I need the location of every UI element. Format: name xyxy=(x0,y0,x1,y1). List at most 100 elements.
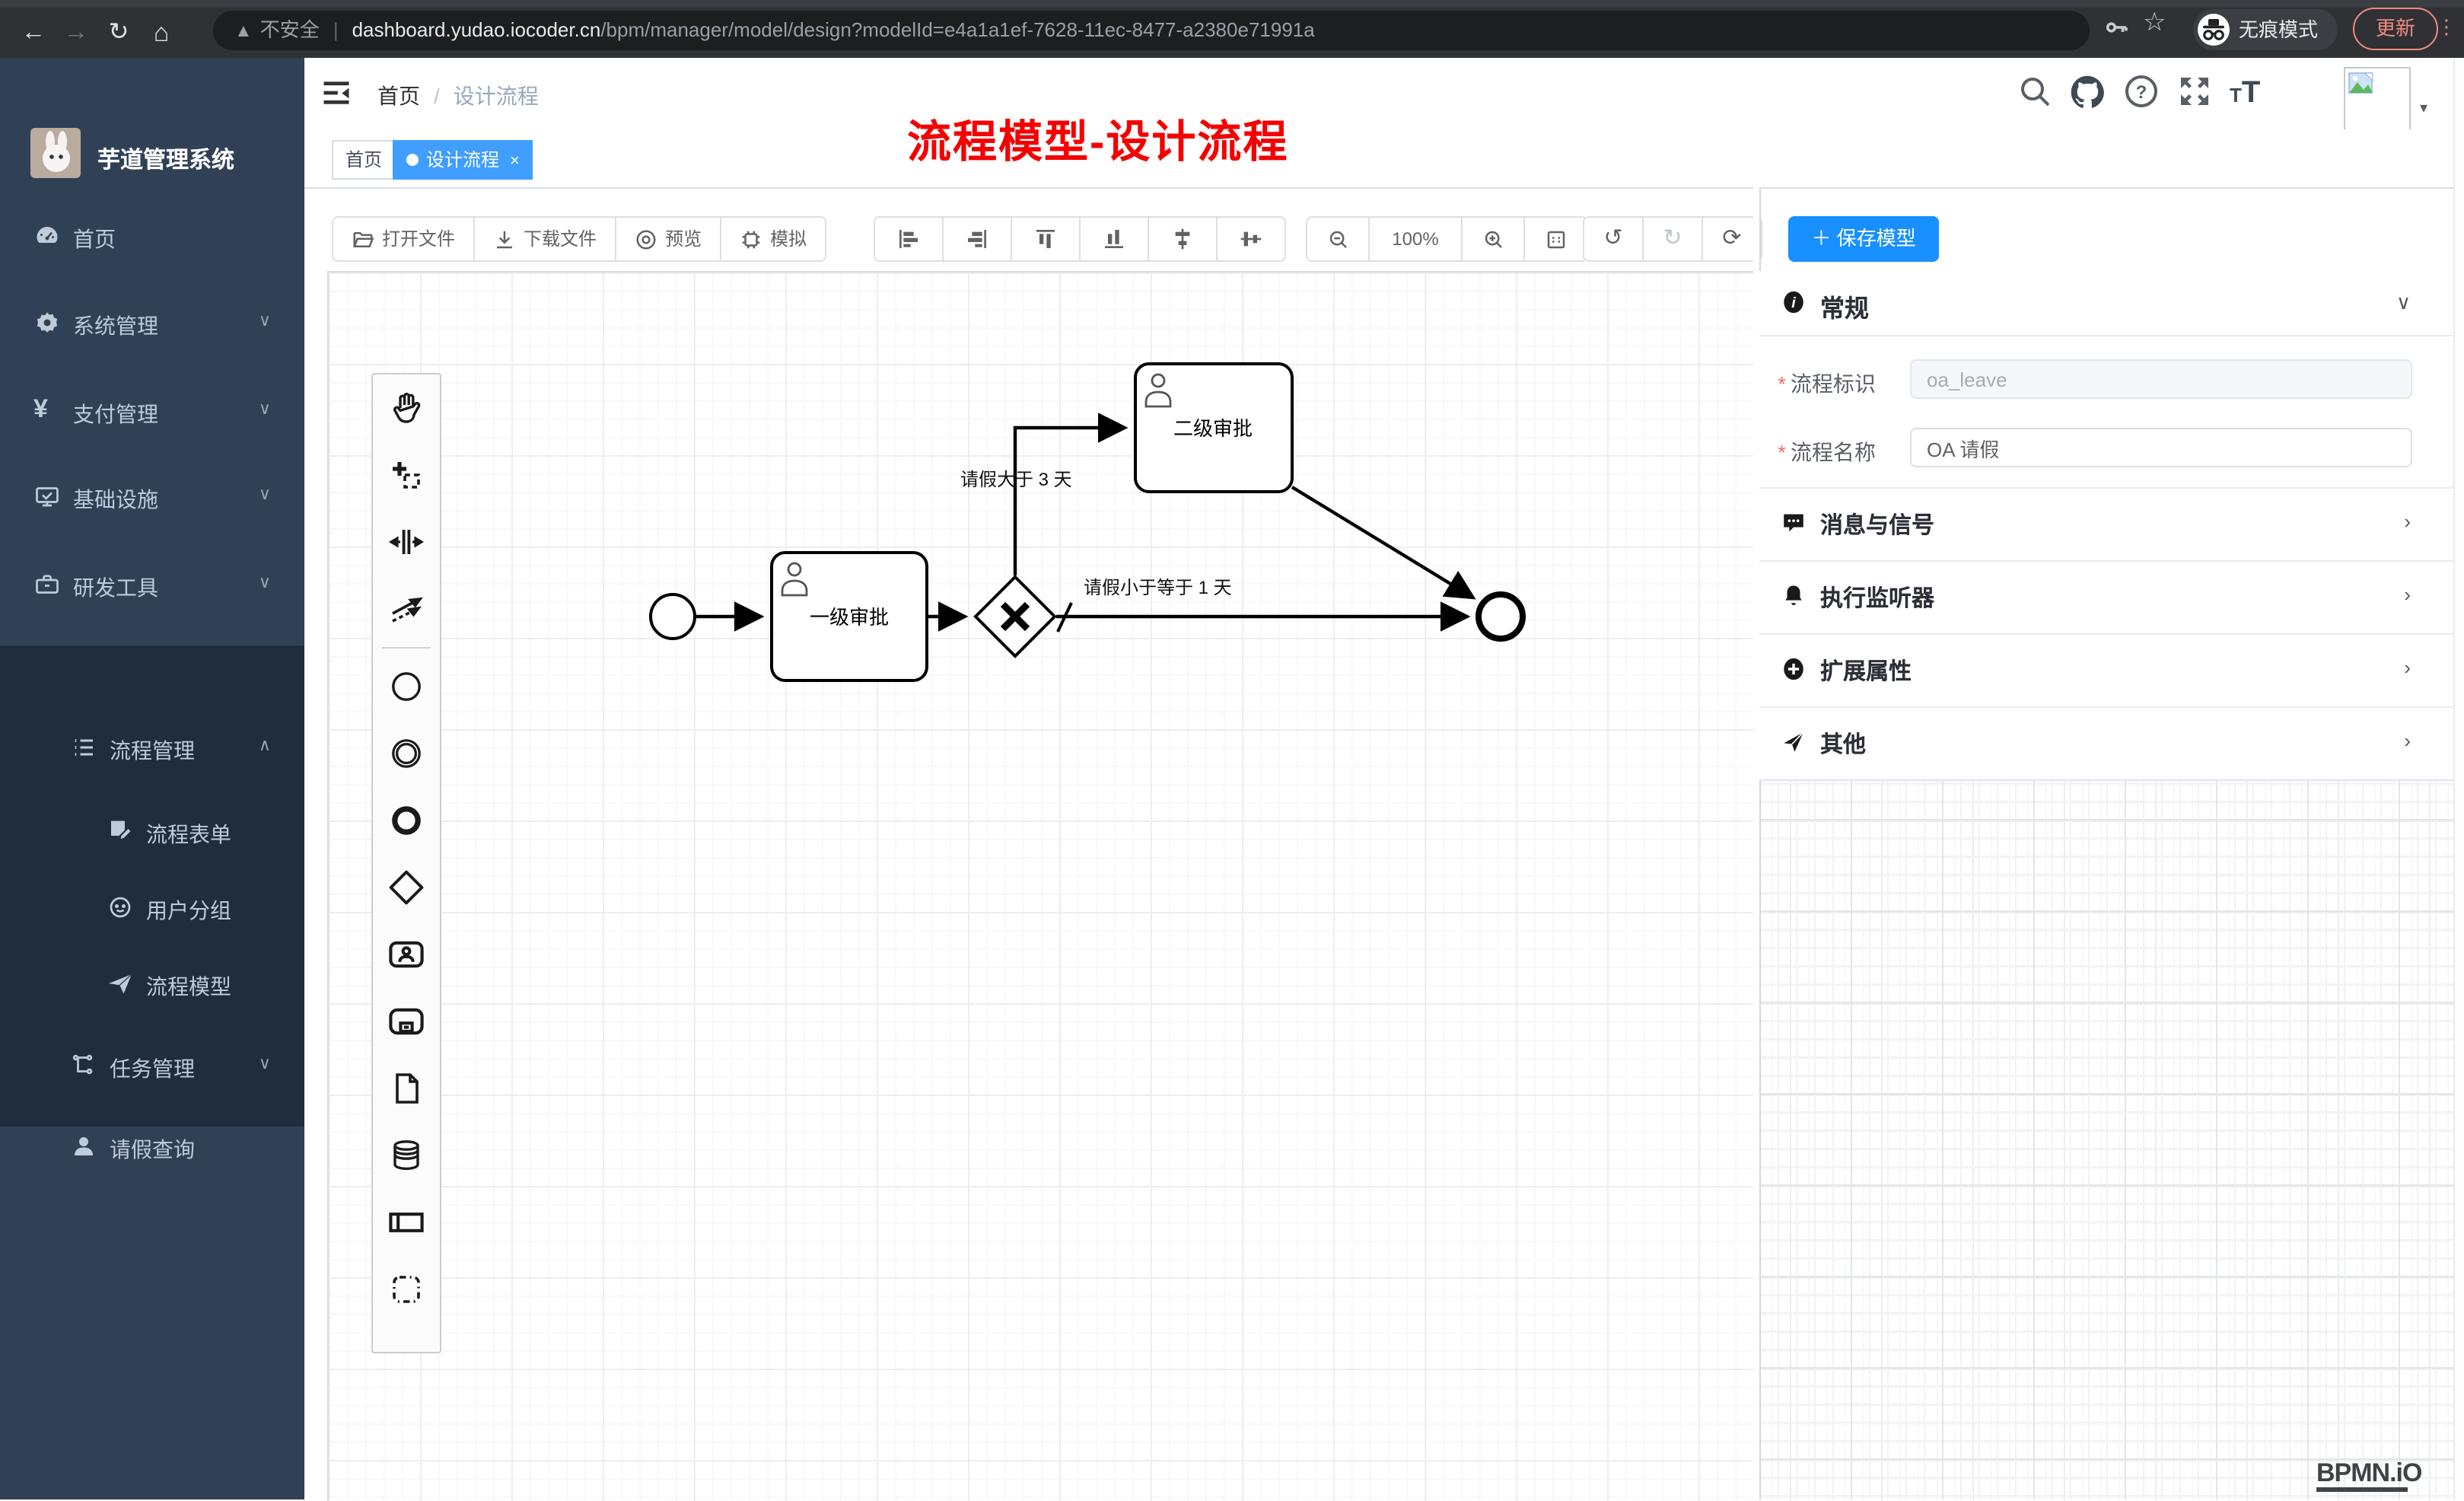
fullscreen-icon[interactable] xyxy=(2176,73,2216,113)
gear-icon xyxy=(33,309,61,336)
align-top-button[interactable] xyxy=(1012,216,1081,262)
page-scrollbar[interactable] xyxy=(2453,58,2464,1499)
start-event[interactable] xyxy=(651,594,695,639)
browser-forward-button[interactable]: → xyxy=(58,8,94,58)
align-right-button[interactable] xyxy=(944,216,1012,262)
section-extended-attrs[interactable]: 扩展属性 › xyxy=(1759,633,2453,706)
close-tab-icon[interactable]: × xyxy=(510,152,520,170)
download-file-button[interactable]: 下载文件 xyxy=(475,216,616,262)
align-right-icon xyxy=(965,227,989,251)
sidebar-collapse-button[interactable] xyxy=(320,76,353,117)
security-label: 不安全 xyxy=(260,18,320,41)
user-task-level2[interactable]: 二级审批 xyxy=(1135,364,1292,492)
form-edit-icon xyxy=(107,817,134,845)
yen-icon: ¥ xyxy=(33,394,61,422)
zoom-out-button[interactable] xyxy=(1306,216,1370,262)
end-event[interactable] xyxy=(1479,594,1523,639)
sidebar-item-payment[interactable]: ¥ 支付管理 ∨ xyxy=(0,373,304,449)
bpmn-io-logo-underline xyxy=(2316,1487,2408,1492)
folder-icon xyxy=(352,228,374,250)
section-other[interactable]: 其他 › xyxy=(1759,706,2453,779)
browser-update-button[interactable]: 更新 xyxy=(2353,8,2438,50)
chevron-right-icon: › xyxy=(2404,729,2411,752)
browser-back-button[interactable]: ← xyxy=(15,8,52,58)
avatar[interactable] xyxy=(2344,67,2411,134)
breadcrumb-current: 设计流程 xyxy=(454,84,539,108)
info-icon: i xyxy=(1781,289,1807,315)
zoom-in-button[interactable] xyxy=(1463,216,1525,262)
font-size-icon[interactable]: TT xyxy=(2230,76,2260,111)
fit-viewport-icon xyxy=(1544,228,1567,250)
condition-gt-label: 请假大于 3 天 xyxy=(960,470,1072,490)
browser-home-button[interactable]: ⌂ xyxy=(143,8,180,58)
align-center-vertical-button[interactable] xyxy=(1149,216,1218,262)
section-message-signal[interactable]: 消息与信号 › xyxy=(1759,487,2453,560)
undo-button[interactable]: ↺ xyxy=(1583,216,1644,262)
browser-address-bar[interactable]: ▲不安全|dashboard.yudao.iocoder.cn/bpm/mana… xyxy=(213,11,2090,50)
active-tab-dot xyxy=(406,154,419,166)
list-icon xyxy=(70,734,97,761)
chevron-right-icon: › xyxy=(2404,583,2411,606)
process-name-input[interactable] xyxy=(1910,428,2412,467)
tab-home[interactable]: 首页 xyxy=(332,140,396,180)
section-execution-listener[interactable]: 执行监听器 › xyxy=(1759,560,2453,633)
app-title: 芋道管理系统 xyxy=(97,143,234,175)
help-icon[interactable]: ? xyxy=(2123,73,2163,113)
chevron-down-icon: ∨ xyxy=(259,399,271,419)
sidebar-item-task-mgmt[interactable]: 任务管理 ∨ xyxy=(0,1028,304,1104)
bookmark-star-icon[interactable]: ☆ xyxy=(2143,8,2166,38)
chevron-right-icon: › xyxy=(2404,656,2411,679)
sidebar-item-system[interactable]: 系统管理 ∨ xyxy=(0,285,304,361)
process-key-label: *流程标识 xyxy=(1778,368,1876,399)
align-toolbar-group xyxy=(874,216,1286,262)
align-left-button[interactable] xyxy=(874,216,944,262)
sidebar-item-process-model[interactable]: 流程模型 xyxy=(0,945,304,1021)
sidebar-item-leave-query[interactable]: 请假查询 xyxy=(0,1108,304,1184)
svg-text:i: i xyxy=(1791,295,1796,311)
sidebar-item-process-form[interactable]: 流程表单 xyxy=(0,793,304,869)
zoom-level: 100% xyxy=(1370,216,1463,262)
exclusive-gateway[interactable] xyxy=(976,577,1055,656)
avatar-caret-icon[interactable]: ▾ xyxy=(2420,100,2427,117)
password-key-icon[interactable] xyxy=(2103,14,2131,49)
paper-plane-icon xyxy=(107,970,134,997)
bpmn-io-logo[interactable]: BPMN.iO xyxy=(2316,1458,2421,1489)
send-icon xyxy=(1781,729,1807,755)
breadcrumb-home[interactable]: 首页 xyxy=(377,84,420,108)
redo-button[interactable]: ↻ xyxy=(1644,216,1703,262)
github-icon[interactable] xyxy=(2068,73,2108,113)
preview-button[interactable]: 预览 xyxy=(616,216,721,262)
sidebar-item-devtools[interactable]: 研发工具 ∨ xyxy=(0,547,304,623)
process-key-input[interactable] xyxy=(1910,359,2412,399)
properties-panel: i 常规 ∨ *流程标识 *流程名称 消息与信号 › 执行监听器 › 扩展属性 … xyxy=(1759,271,2453,781)
toolbox-icon xyxy=(33,571,61,598)
sidebar-item-user-group[interactable]: 用户分组 xyxy=(0,869,304,945)
browser-menu-dots-icon[interactable]: ⋮ xyxy=(2437,15,2456,40)
browser-reload-button[interactable]: ↻ xyxy=(100,8,137,58)
chevron-down-icon: ∨ xyxy=(259,1053,271,1073)
tab-design-process[interactable]: 设计流程× xyxy=(393,140,533,180)
user-task-level1[interactable]: 一级审批 xyxy=(772,553,927,680)
flow-gateway-to-task2[interactable] xyxy=(1015,428,1123,575)
task1-label: 一级审批 xyxy=(810,606,889,629)
incognito-icon xyxy=(2198,14,2230,46)
sidebar-item-infra[interactable]: 基础设施 ∨ xyxy=(0,458,304,534)
align-center-horizontal-button[interactable] xyxy=(1218,216,1286,262)
header-search-icon[interactable] xyxy=(2017,73,2056,113)
chevron-up-icon: ∧ xyxy=(259,735,271,755)
simulate-button[interactable]: 模拟 xyxy=(721,216,826,262)
chevron-right-icon: › xyxy=(2404,510,2411,533)
sidebar-item-process-mgmt[interactable]: 流程管理 ∧ xyxy=(0,709,304,786)
open-file-button[interactable]: 打开文件 xyxy=(332,216,475,262)
incognito-badge: 无痕模式 xyxy=(2193,9,2338,50)
section-general[interactable]: i 常规 ∨ xyxy=(1759,271,2453,335)
message-icon xyxy=(1781,510,1807,536)
sidebar-item-home[interactable]: 首页 xyxy=(0,198,304,274)
condition-le-label: 请假小于等于 1 天 xyxy=(1084,578,1232,598)
align-bottom-button[interactable] xyxy=(1081,216,1149,262)
flow-task2-to-end[interactable] xyxy=(1292,487,1472,597)
eye-icon xyxy=(635,228,657,250)
fit-viewport-button[interactable] xyxy=(1525,216,1587,262)
save-model-button[interactable]: ＋ 保存模型 xyxy=(1788,216,1939,262)
plus-circle-icon xyxy=(1781,656,1807,682)
